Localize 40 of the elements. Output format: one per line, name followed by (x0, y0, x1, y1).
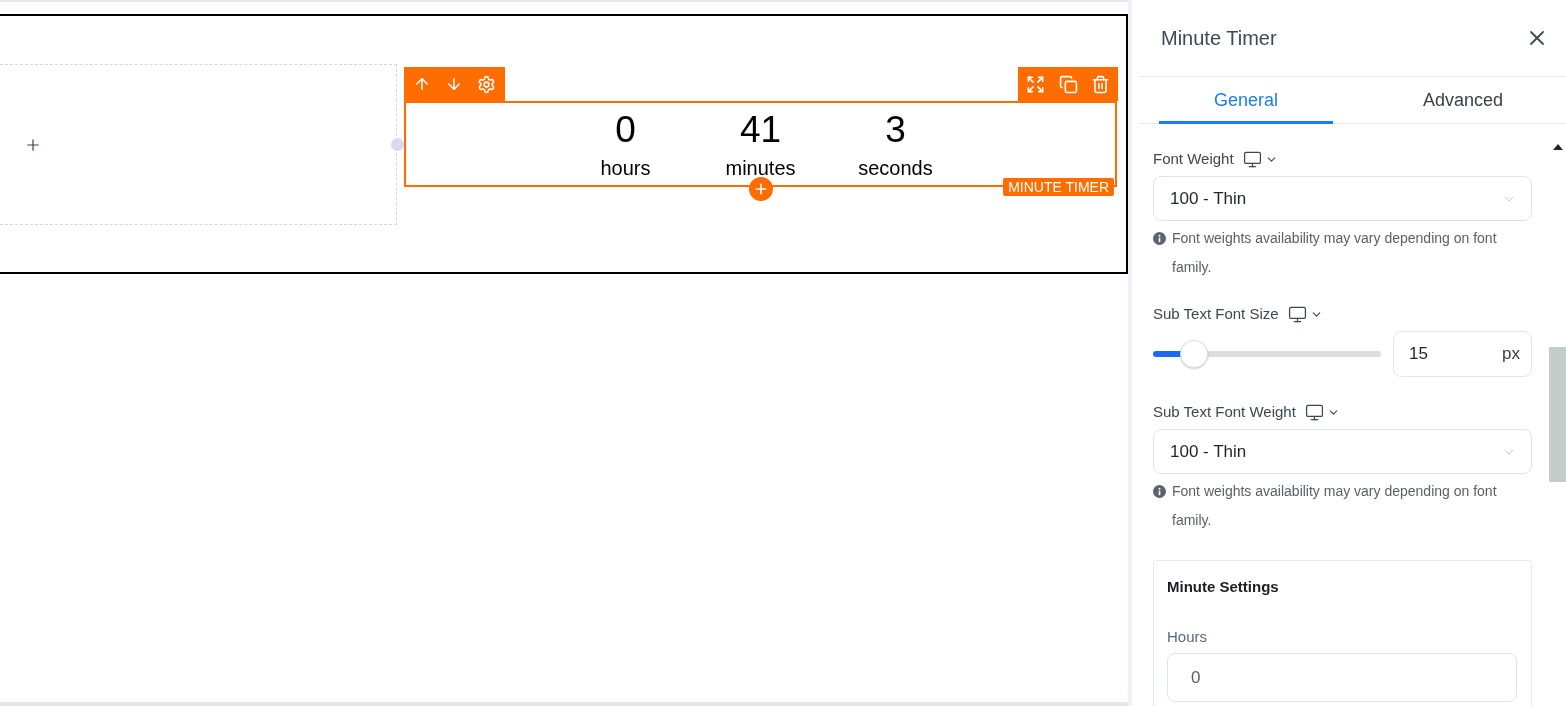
field-label: Hours (1167, 627, 1208, 647)
text-input-field[interactable]: 0 (1167, 653, 1517, 702)
settings-icon (477, 74, 497, 94)
info-icon (1153, 485, 1166, 498)
resize-handle[interactable] (391, 138, 404, 151)
monitor-icon (1242, 149, 1262, 169)
panel-title: Minute Timer (1161, 26, 1277, 51)
device-switcher[interactable] (1287, 304, 1323, 324)
expand-icon (1025, 74, 1045, 94)
unit-label: px (1502, 343, 1520, 366)
trash-icon (1091, 74, 1111, 94)
device-switcher[interactable] (1242, 149, 1278, 169)
copy-icon (1058, 74, 1078, 94)
number-field[interactable]: 15 px (1393, 331, 1532, 377)
tab[interactable]: Advanced (1376, 77, 1550, 124)
timer-unit-label: minutes (725, 159, 796, 177)
timer-number: 3 (885, 108, 906, 152)
scroll-up-arrow-icon[interactable] (1552, 144, 1563, 150)
field-label: Sub Text Font Size (1153, 304, 1279, 324)
scrollbar-thumb[interactable] (1549, 347, 1566, 482)
help-text: Font weights availability may vary depending on font family. (1172, 482, 1498, 530)
card-title: Minute Settings (1167, 577, 1280, 597)
help-text: Font weights availability may vary depending on font family. (1172, 229, 1498, 277)
tab[interactable]: General (1159, 77, 1333, 124)
widget-name-badge: MINUTE TIMER (1003, 178, 1114, 196)
field-label: Font Weight (1153, 149, 1234, 169)
monitor-icon (1304, 402, 1324, 422)
device-switcher[interactable] (1304, 402, 1340, 422)
add-element-button[interactable] (748, 177, 773, 201)
select-field[interactable]: 100 - Thin (1153, 429, 1532, 474)
timer-number: 0 (615, 108, 636, 152)
monitor-icon (1287, 304, 1307, 324)
timer-unit-label: hours (600, 159, 651, 177)
timer-number: 41 (739, 108, 782, 152)
field-label: Sub Text Font Weight (1153, 402, 1296, 422)
select-field[interactable]: 100 - Thin (1153, 176, 1532, 221)
slider-track[interactable] (1153, 339, 1381, 369)
slider-thumb[interactable] (1180, 340, 1209, 368)
timer-unit-label: seconds (858, 159, 933, 177)
info-icon (1153, 232, 1166, 245)
